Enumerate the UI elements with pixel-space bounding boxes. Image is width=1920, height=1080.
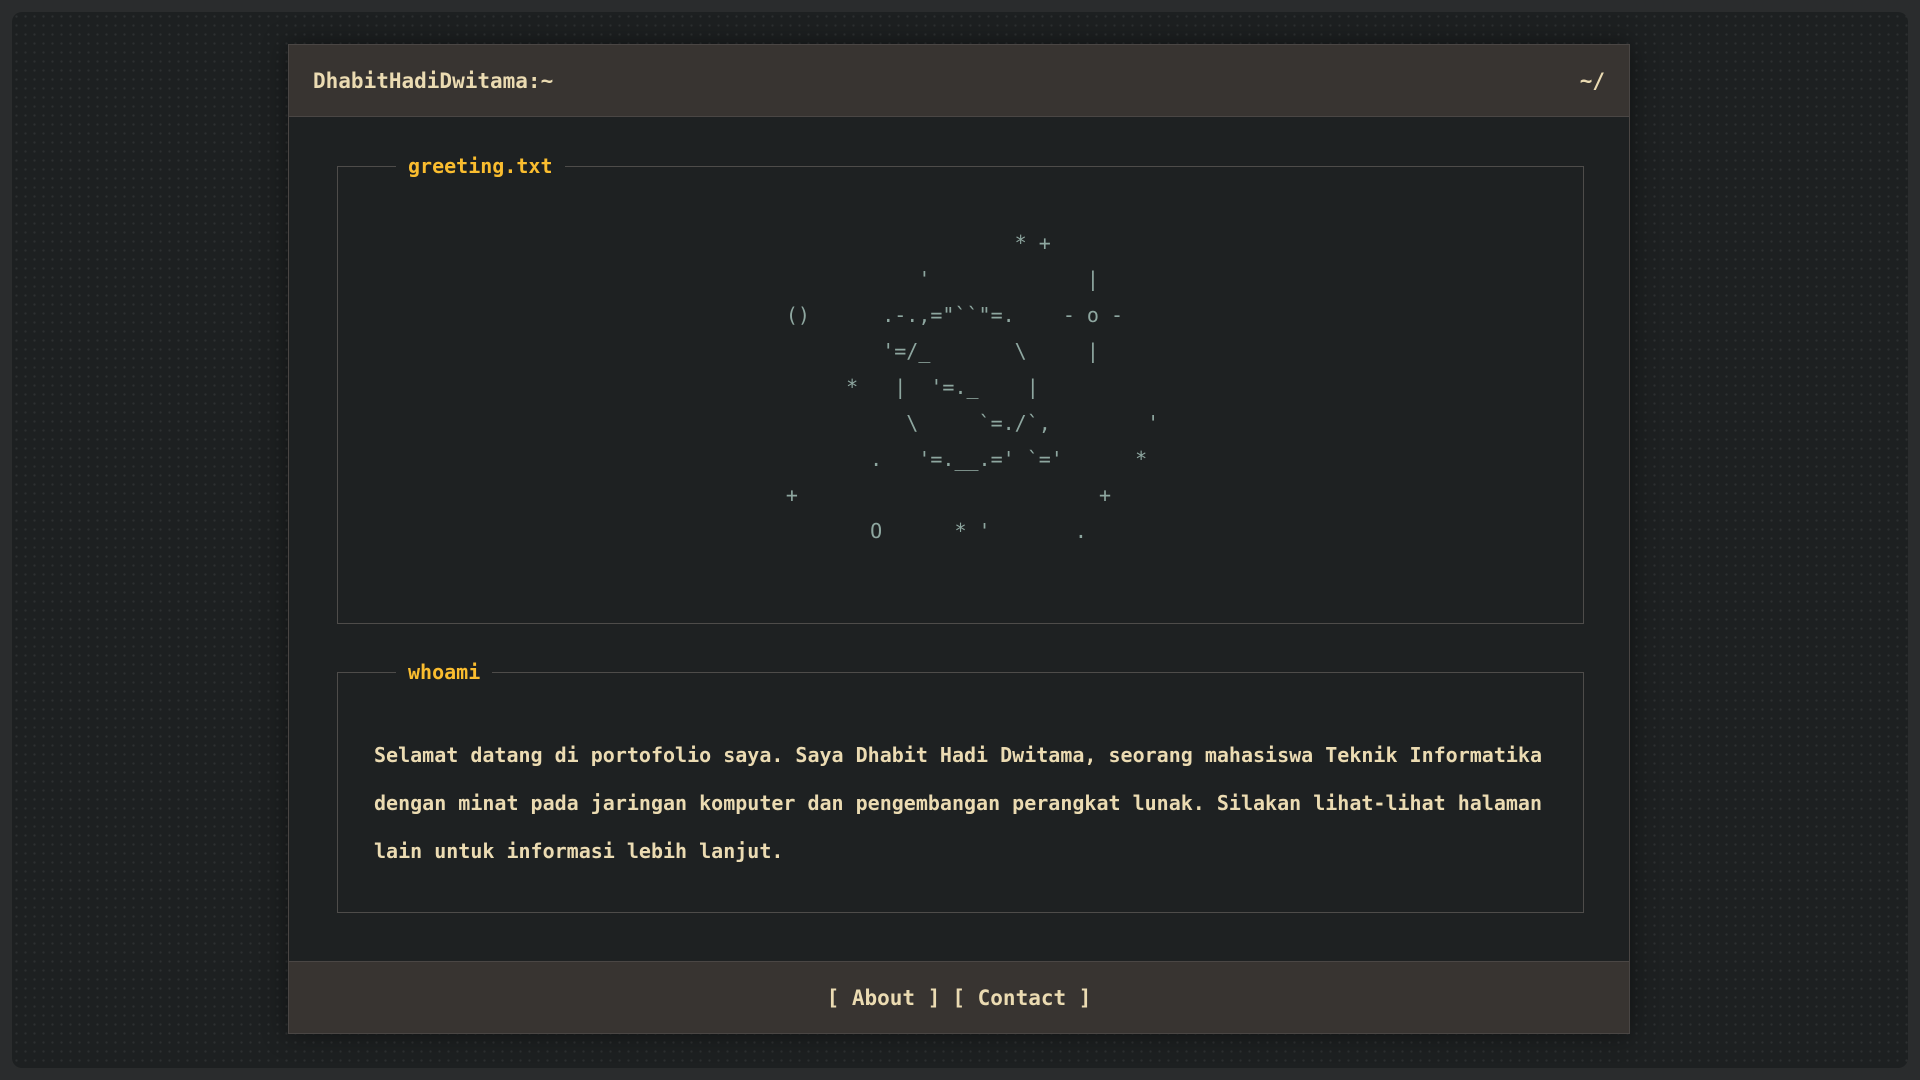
whoami-panel: whoami Selamat datang di portofolio saya… [337,660,1584,913]
contact-link[interactable]: [ Contact ] [952,986,1091,1010]
greeting-panel: greeting.txt * + ' | () .-.,="``"=. - o … [337,154,1584,624]
whoami-bio-text: Selamat datang di portofolio saya. Saya … [374,743,1542,863]
terminal-window: DhabitHadiDwitama:~ ~/ greeting.txt * + … [288,44,1630,1034]
ascii-art-container: * + ' | () .-.,="``"=. - o - '=/_ \ | * … [338,225,1583,549]
ascii-art-planet: * + ' | () .-.,="``"=. - o - '=/_ \ | * … [785,231,1160,543]
whoami-panel-title: whoami [396,660,493,684]
current-path: ~/ [1579,69,1605,93]
about-link[interactable]: [ About ] [827,986,941,1010]
window-titlebar: DhabitHadiDwitama:~ ~/ [289,45,1629,117]
desktop-background: DhabitHadiDwitama:~ ~/ greeting.txt * + … [12,12,1908,1068]
footer-nav: [ About ] [ Contact ] [289,961,1629,1033]
greeting-panel-title: greeting.txt [396,154,565,178]
window-title: DhabitHadiDwitama:~ [313,69,554,93]
